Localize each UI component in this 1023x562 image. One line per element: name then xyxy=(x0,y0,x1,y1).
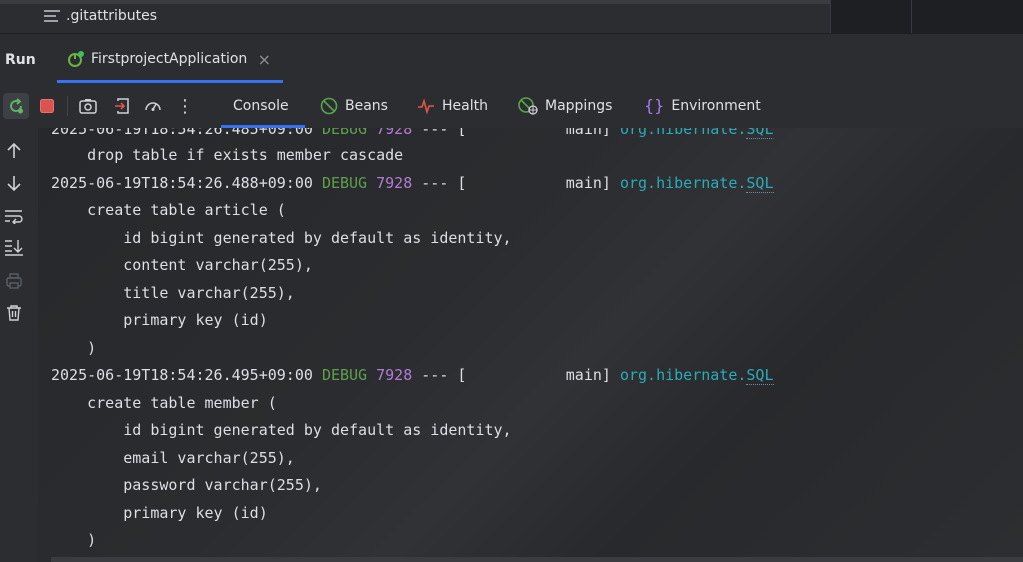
run-config-tab-label: FirstprojectApplication xyxy=(91,50,248,67)
scroll-to-end-button[interactable] xyxy=(4,237,24,257)
log-logger[interactable]: org.hibernate. xyxy=(620,174,746,192)
sql-line: drop table if exists member cascade xyxy=(51,146,404,164)
tab-mappings[interactable]: Mappings xyxy=(518,83,612,128)
sql-line: title varchar(255), xyxy=(51,283,295,302)
log-level: DEBUG xyxy=(321,173,368,192)
sql-line: ) xyxy=(51,531,97,549)
log-logger-sql[interactable]: SQL xyxy=(746,366,774,385)
clear-all-button[interactable] xyxy=(4,303,24,323)
sql-line: id bigint generated by default as identi… xyxy=(51,228,512,247)
health-icon xyxy=(418,97,434,114)
tab-mappings-label: Mappings xyxy=(545,97,613,114)
run-toolbar: ⋮ Console Beans Health Mappings {} Envir… xyxy=(0,83,1023,128)
tab-environment[interactable]: {} Environment xyxy=(644,83,761,128)
dashboard-button[interactable] xyxy=(142,95,164,117)
exit-icon xyxy=(115,98,129,114)
more-button[interactable]: ⋮ xyxy=(174,95,196,117)
log-line: 2025-06-19T18:54:26.495+09:00 DEBUG 7928… xyxy=(51,364,774,386)
sql-line: id bigint generated by default as identi… xyxy=(51,421,512,439)
stop-icon xyxy=(40,99,54,113)
log-separator: --- [ xyxy=(412,173,467,192)
log-separator: --- [ xyxy=(412,366,467,384)
sql-line: primary key (id) xyxy=(51,503,268,522)
dashboard-icon xyxy=(145,102,161,111)
project-tree-strip: .gitattributes xyxy=(0,0,1023,33)
tab-environment-label: Environment xyxy=(671,97,761,114)
tree-item-label: .gitattributes xyxy=(66,8,158,24)
run-panel-title: Run xyxy=(5,52,36,68)
scroll-down-button[interactable] xyxy=(4,173,24,193)
sql-line: create table member ( xyxy=(51,393,277,412)
tab-health-label: Health xyxy=(442,97,488,114)
editor-side-panel xyxy=(830,0,1023,33)
log-pid: 7928 xyxy=(376,173,413,192)
log-timestamp: 2025-06-19T18:54:26.488+09:00 xyxy=(51,173,313,192)
console-side-toolbar xyxy=(0,128,38,562)
close-icon[interactable]: × xyxy=(258,50,271,69)
rerun-button[interactable] xyxy=(3,93,29,119)
log-logger[interactable]: org.hibernate. xyxy=(620,366,746,384)
print-icon xyxy=(6,273,22,289)
scroll-to-end-icon xyxy=(5,240,23,256)
log-line: 2025-06-19T18:54:26.485+09:00 DEBUG 7928… xyxy=(51,128,774,140)
soft-wrap-button[interactable] xyxy=(4,206,24,226)
scroll-up-button[interactable] xyxy=(4,141,24,161)
run-tool-window-header: Run FirstprojectApplication × xyxy=(0,33,1023,83)
rerun-icon xyxy=(10,98,23,114)
tab-health[interactable]: Health xyxy=(417,83,488,128)
screenshot-icon xyxy=(79,99,97,114)
tab-beans-label: Beans xyxy=(345,97,388,114)
sql-line: content varchar(255), xyxy=(51,256,313,274)
stop-button[interactable] xyxy=(36,95,58,117)
scroll-up-icon xyxy=(7,142,21,158)
scroll-down-icon xyxy=(7,176,21,192)
tree-row-above xyxy=(0,0,830,4)
screenshot-button[interactable] xyxy=(77,95,99,117)
log-thread: main] xyxy=(466,173,620,192)
sql-line: email varchar(255), xyxy=(51,448,295,467)
tab-beans[interactable]: Beans xyxy=(320,83,388,128)
sql-line: create table article ( xyxy=(51,201,286,219)
log-line: 2025-06-19T18:54:26.488+09:00 DEBUG 7928… xyxy=(51,172,774,194)
next-log-line xyxy=(51,557,1023,562)
log-level: DEBUG xyxy=(321,366,368,384)
sql-line: primary key (id) xyxy=(51,311,268,329)
run-config-tab[interactable]: FirstprojectApplication × xyxy=(57,34,283,83)
print-button[interactable] xyxy=(4,271,24,291)
exit-button[interactable] xyxy=(111,95,133,117)
more-icon: ⋮ xyxy=(176,95,194,117)
mappings-icon xyxy=(518,96,538,115)
spring-boot-icon xyxy=(68,50,84,67)
environment-icon: {} xyxy=(644,96,665,115)
tab-console[interactable]: Console xyxy=(221,83,305,128)
log-pid: 7928 xyxy=(376,366,413,384)
tree-item-gitattributes[interactable]: .gitattributes xyxy=(44,8,157,24)
beans-icon xyxy=(320,97,338,114)
sql-line: password varchar(255), xyxy=(51,476,322,494)
tab-console-label: Console xyxy=(233,97,289,114)
trash-icon xyxy=(7,305,21,321)
log-logger-sql[interactable]: SQL xyxy=(746,173,774,193)
soft-wrap-icon xyxy=(5,210,23,224)
text-file-icon xyxy=(44,10,60,22)
console-output[interactable]: 2025-06-19T18:54:26.485+09:00 DEBUG 7928… xyxy=(38,128,1023,562)
sql-line: ) xyxy=(51,338,97,357)
log-timestamp: 2025-06-19T18:54:26.495+09:00 xyxy=(51,366,313,384)
log-thread: main] xyxy=(466,366,620,384)
